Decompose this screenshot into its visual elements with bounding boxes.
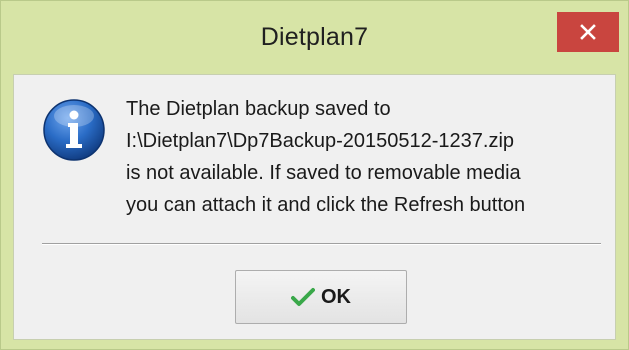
title-bar[interactable]: Dietplan7	[1, 1, 628, 74]
message-line: The Dietplan backup saved to	[126, 98, 391, 120]
ok-button-label: OK	[321, 285, 351, 308]
message-text: The Dietplan backup saved to I:\Dietplan…	[126, 93, 616, 221]
window-title: Dietplan7	[260, 23, 369, 51]
divider	[42, 243, 601, 245]
ok-button[interactable]: OK	[235, 270, 407, 324]
dialog-content: The Dietplan backup saved to I:\Dietplan…	[13, 74, 616, 340]
message-line: is not available. If saved to removable …	[126, 162, 521, 184]
info-icon	[43, 99, 105, 161]
close-icon	[580, 24, 596, 40]
message-line: I:\Dietplan7\Dp7Backup-20150512-1237.zip	[126, 130, 515, 152]
message-line: you can attach it and click the Refresh …	[126, 194, 526, 216]
dialog-window: Dietplan7 The Dietplan backup saved to I…	[0, 0, 629, 350]
close-button[interactable]	[557, 12, 619, 52]
checkmark-icon	[291, 288, 315, 306]
